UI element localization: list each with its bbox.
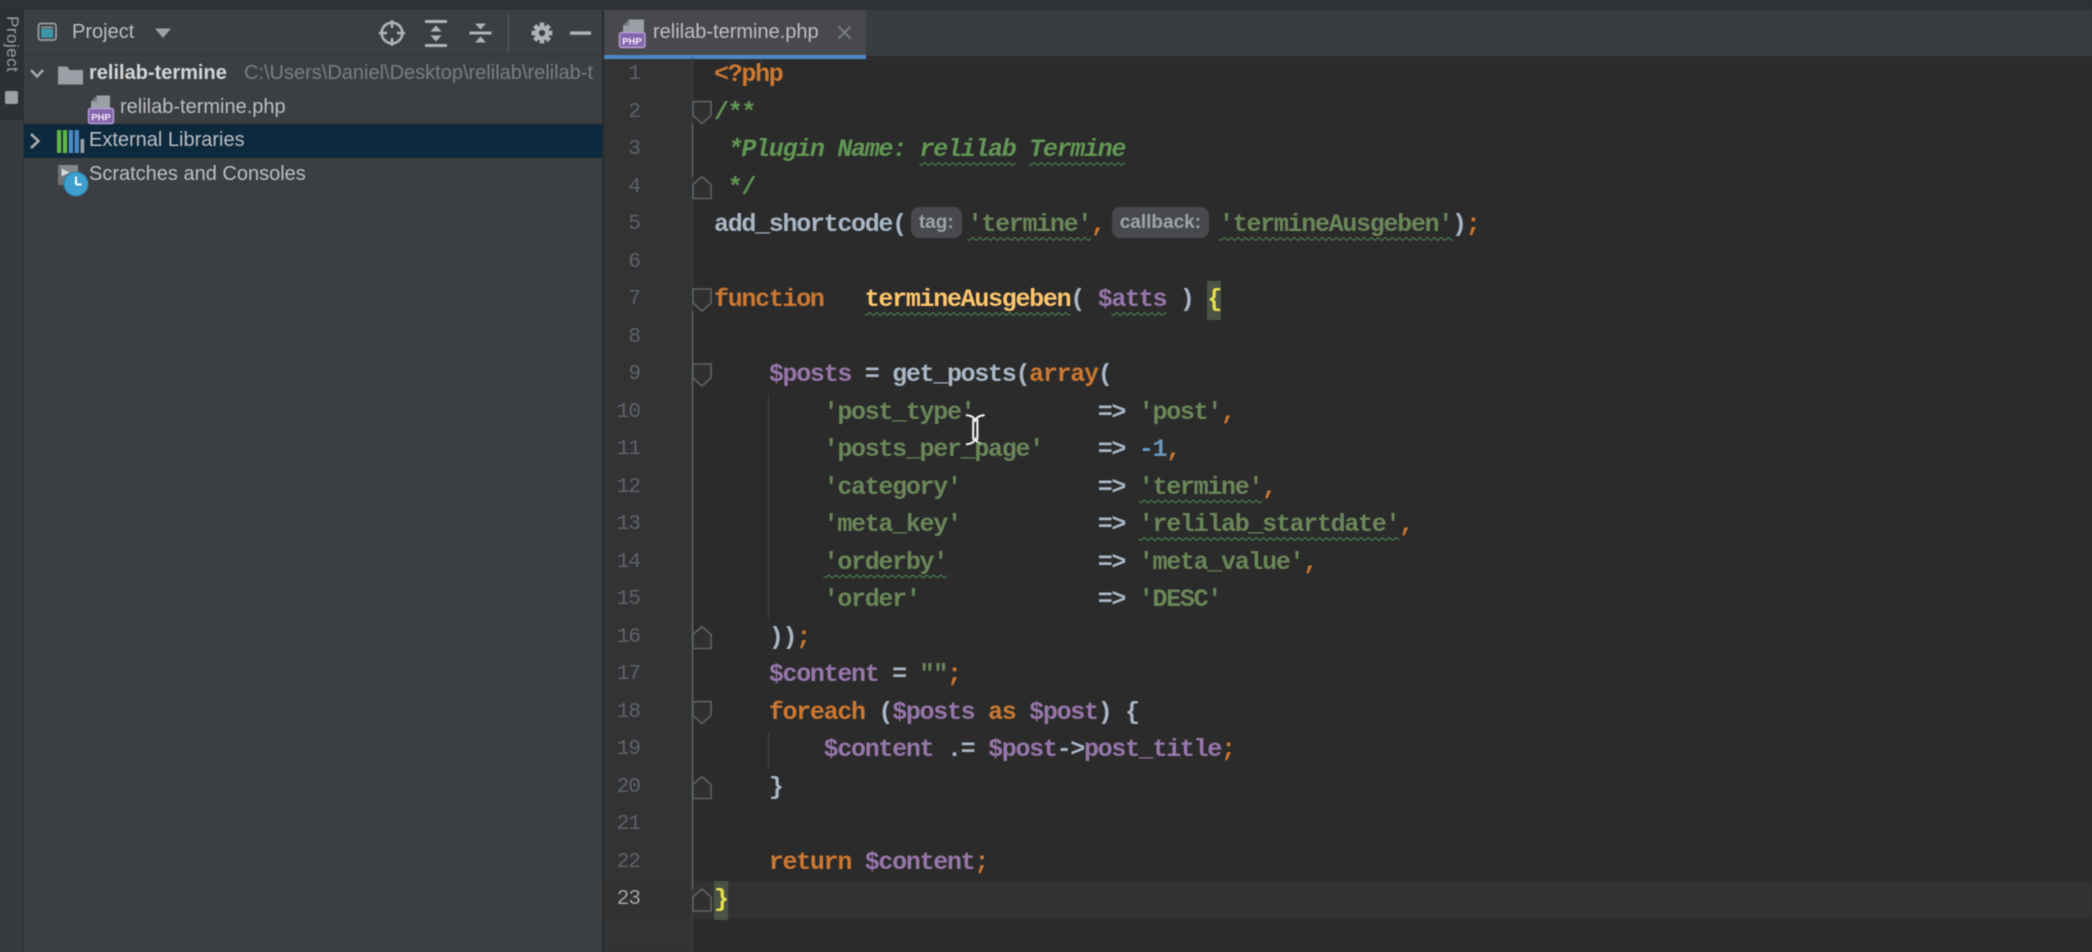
svg-text:PHP: PHP [622, 36, 642, 47]
svg-text:PHP: PHP [91, 112, 111, 123]
